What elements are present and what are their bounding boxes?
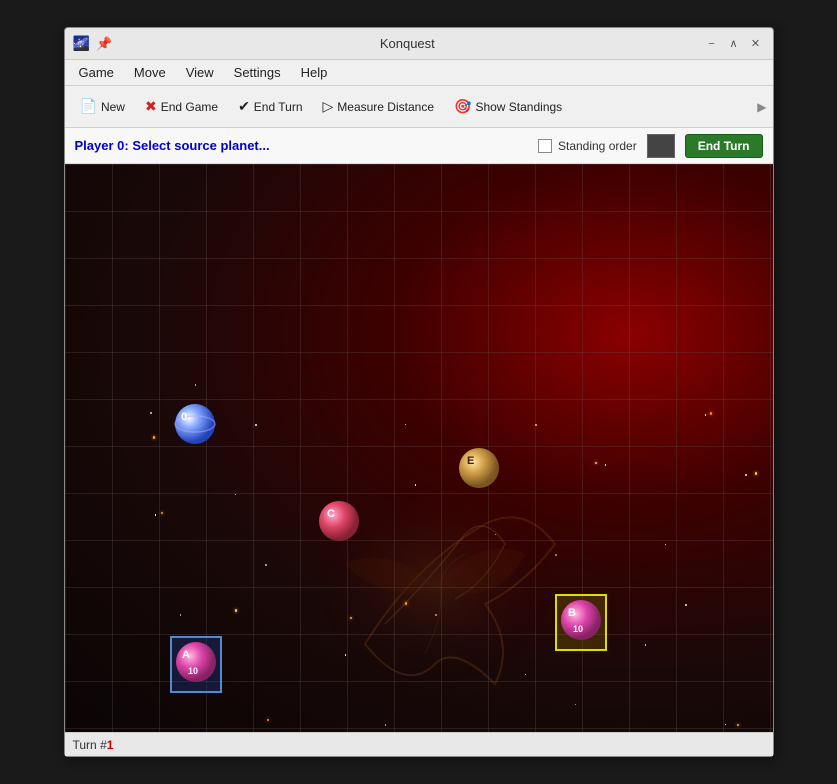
status-bar-top: Player 0: Select source planet... Standi… [65, 128, 773, 164]
standings-icon: 🎯 [454, 98, 471, 115]
planet-c-sphere: C [317, 499, 361, 543]
window-controls: − ∧ ✕ [703, 35, 765, 53]
maximize-button[interactable]: ∧ [725, 35, 743, 53]
svg-text:E: E [467, 455, 474, 467]
app-window: 🌌 📌 Konquest − ∧ ✕ Game Move View Settin… [64, 27, 774, 757]
planet-b-box[interactable]: B 10 [555, 594, 607, 651]
turn-number: 1 [107, 738, 114, 752]
title-icons: 🌌 📌 [73, 35, 113, 52]
planet-0-sphere: 0 [173, 402, 217, 446]
standing-order-checkbox[interactable] [538, 139, 552, 153]
planet-c-container[interactable]: C [317, 499, 361, 548]
status-bar-bottom: Turn # 1 [65, 732, 773, 756]
menu-bar: Game Move View Settings Help [65, 60, 773, 86]
menu-help[interactable]: Help [293, 63, 336, 82]
menu-game[interactable]: Game [71, 63, 122, 82]
standings-label: Show Standings [475, 100, 562, 114]
menu-view[interactable]: View [178, 63, 222, 82]
svg-text:0: 0 [181, 411, 187, 423]
svg-text:C: C [327, 508, 335, 520]
show-standings-button[interactable]: 🎯 Show Standings [445, 93, 571, 120]
planet-b-sphere: B 10 [559, 598, 603, 642]
end-turn-label: End Turn [254, 100, 303, 114]
window-title: Konquest [112, 36, 702, 51]
svg-text:A: A [182, 649, 190, 661]
end-turn-icon: ✔ [238, 98, 250, 115]
new-label: New [101, 100, 125, 114]
toolbar-right-arrow: ▶ [757, 98, 766, 116]
app-icon: 🌌 [73, 35, 90, 52]
pin-icon: 📌 [96, 36, 112, 52]
minimize-button[interactable]: − [703, 35, 721, 53]
new-icon: 📄 [80, 98, 97, 115]
planet-a-box[interactable]: A 10 [170, 636, 222, 693]
planet-b-container[interactable]: B 10 [555, 594, 607, 651]
menu-settings[interactable]: Settings [226, 63, 289, 82]
svg-text:10: 10 [188, 666, 198, 676]
player-color-box [647, 134, 675, 158]
planet-a-sphere: A 10 [174, 640, 218, 684]
title-bar: 🌌 📌 Konquest − ∧ ✕ [65, 28, 773, 60]
planet-c-box[interactable]: C [317, 499, 361, 548]
end-turn-button[interactable]: End Turn [685, 134, 763, 158]
new-button[interactable]: 📄 New [71, 93, 134, 120]
end-turn-toolbar-button[interactable]: ✔ End Turn [229, 93, 311, 120]
measure-distance-button[interactable]: ▷ Measure Distance [314, 93, 444, 120]
planet-e-container[interactable]: E [457, 446, 501, 495]
standing-order-label: Standing order [558, 139, 637, 153]
standing-order-group: Standing order [538, 139, 637, 153]
end-game-icon: ✖ [145, 98, 157, 115]
planet-0-box[interactable]: 0 [173, 402, 217, 451]
game-area[interactable]: 0 E [65, 164, 773, 732]
chevron-right-icon: ▶ [757, 100, 766, 114]
player-status: Player 0: Select source planet... [75, 138, 528, 153]
measure-label: Measure Distance [337, 100, 434, 114]
svg-text:10: 10 [573, 624, 583, 634]
planet-a-container[interactable]: A 10 [170, 636, 222, 693]
planet-0-container[interactable]: 0 [173, 402, 217, 451]
measure-icon: ▷ [323, 98, 334, 115]
game-canvas: 0 E [65, 164, 773, 732]
planet-e-sphere: E [457, 446, 501, 490]
planet-e-box[interactable]: E [457, 446, 501, 495]
turn-label: Turn # [73, 738, 107, 752]
menu-move[interactable]: Move [126, 63, 174, 82]
end-game-button[interactable]: ✖ End Game [136, 93, 227, 120]
toolbar: 📄 New ✖ End Game ✔ End Turn ▷ Measure Di… [65, 86, 773, 128]
svg-text:B: B [568, 607, 576, 619]
close-button[interactable]: ✕ [747, 35, 765, 53]
end-game-label: End Game [161, 100, 218, 114]
